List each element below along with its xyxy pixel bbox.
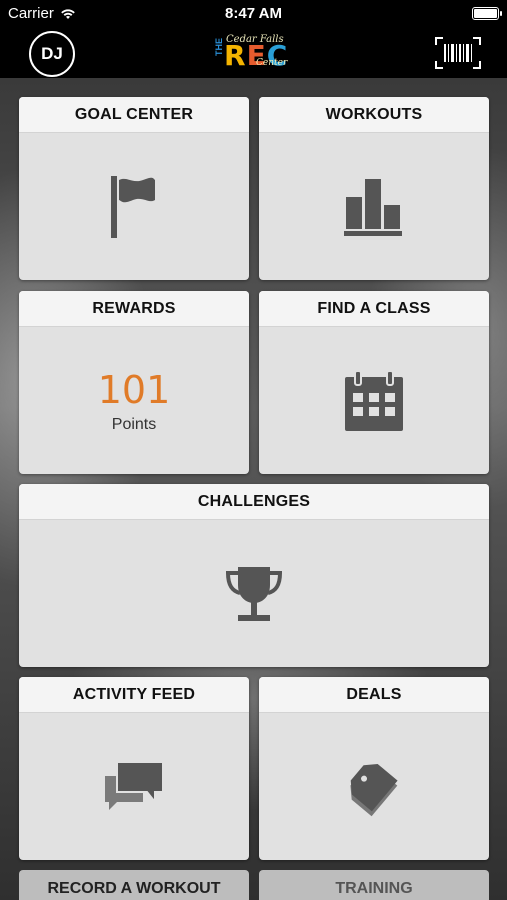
chat-bubbles-icon bbox=[105, 760, 164, 810]
barcode-icon[interactable] bbox=[435, 37, 481, 69]
points-value: 101 bbox=[97, 367, 171, 412]
rewards-tile[interactable]: REWARDS 101 Points bbox=[19, 291, 249, 474]
activity-feed-tile[interactable]: ACTIVITY FEED bbox=[19, 677, 249, 860]
goal-center-title: GOAL CENTER bbox=[19, 97, 249, 133]
goal-center-tile[interactable]: GOAL CENTER bbox=[19, 97, 249, 280]
status-time: 8:47 AM bbox=[225, 5, 282, 22]
activity-feed-title: ACTIVITY FEED bbox=[19, 677, 249, 713]
calendar-icon bbox=[345, 370, 403, 431]
trophy-icon bbox=[225, 566, 283, 621]
deals-title: DEALS bbox=[259, 677, 489, 713]
logo-script-bottom: Center bbox=[256, 58, 288, 68]
challenges-title: CHALLENGES bbox=[19, 484, 489, 520]
battery-icon bbox=[472, 7, 502, 20]
logo-script-top: Cedar Falls bbox=[226, 34, 284, 45]
deals-tile[interactable]: DEALS bbox=[259, 677, 489, 860]
top-navigation-bar: DJ THE REC Cedar Falls Center bbox=[0, 28, 507, 78]
avatar[interactable]: DJ bbox=[29, 31, 75, 77]
training-tile[interactable]: TRAINING bbox=[259, 870, 489, 900]
rewards-title: REWARDS bbox=[19, 291, 249, 327]
find-a-class-title: FIND A CLASS bbox=[259, 291, 489, 327]
logo-the: THE bbox=[214, 38, 224, 56]
app-logo: THE REC Cedar Falls Center bbox=[212, 34, 296, 72]
challenges-tile[interactable]: CHALLENGES bbox=[19, 484, 489, 667]
record-a-workout-tile[interactable]: RECORD A WORKOUT bbox=[19, 870, 249, 900]
status-bar: Carrier 8:47 AM bbox=[0, 0, 507, 28]
flag-icon bbox=[111, 175, 155, 238]
find-a-class-tile[interactable]: FIND A CLASS bbox=[259, 291, 489, 474]
tag-icon bbox=[350, 763, 398, 816]
bar-chart-icon bbox=[344, 178, 402, 236]
workouts-tile[interactable]: WORKOUTS bbox=[259, 97, 489, 280]
points-label: Points bbox=[111, 415, 157, 433]
workouts-title: WORKOUTS bbox=[259, 97, 489, 133]
